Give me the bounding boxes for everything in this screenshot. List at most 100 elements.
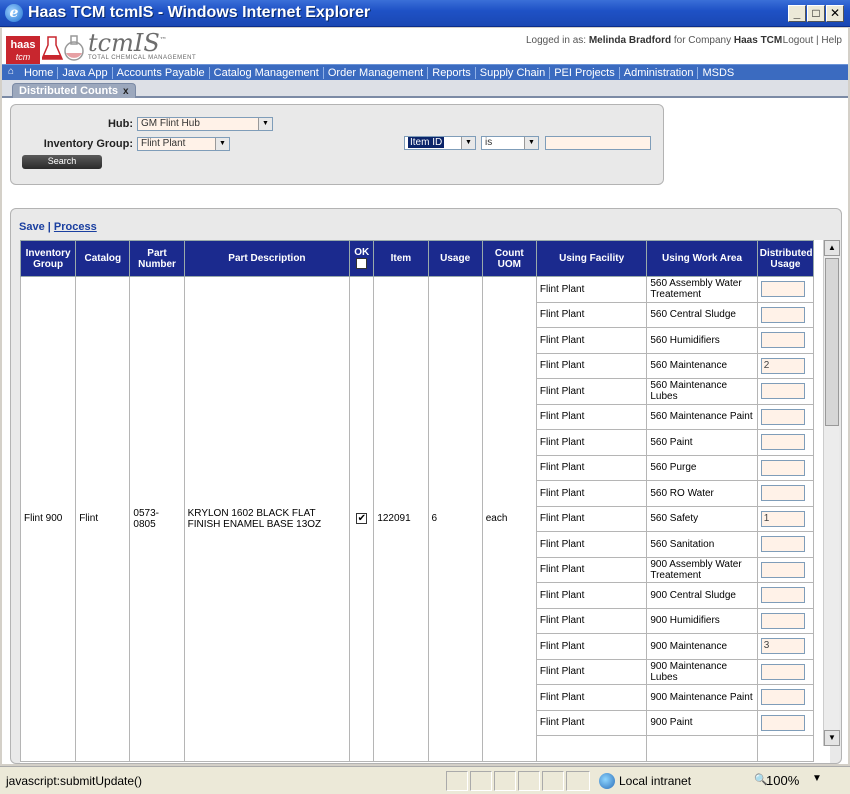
tab-distributed-counts[interactable]: Distributed Counts x [12, 83, 136, 98]
status-cell [470, 771, 492, 791]
cell-using-facility: Flint Plant [535, 505, 648, 532]
col-inventory-group: Inventory Group [20, 240, 77, 277]
search-field-select[interactable]: Item ID ▼ [404, 136, 476, 150]
cell-using-work-area: 900 Assembly Water Treatement [646, 556, 758, 583]
nav-java-app[interactable]: Java App [58, 67, 113, 79]
nav-home[interactable]: Home [20, 67, 59, 79]
chevron-down-icon[interactable]: ▼ [215, 138, 229, 150]
cell-using-facility: Flint Plant [535, 709, 648, 736]
cell-using-facility: Flint Plant [535, 684, 648, 711]
distributed-usage-input[interactable] [760, 434, 805, 451]
status-cell [494, 771, 516, 791]
security-zone: Local intranet [619, 774, 692, 788]
cell-ok: ✔ [349, 276, 375, 762]
cell-using-facility [535, 735, 648, 762]
distributed-usage-input[interactable] [760, 281, 805, 298]
ok-checkbox[interactable]: ✔ [356, 513, 368, 525]
cell-using-facility: Flint Plant [535, 276, 648, 303]
nav-reports[interactable]: Reports [428, 67, 476, 79]
cell-item: 122091 [373, 276, 429, 762]
window-title: Haas TCM tcmIS - Windows Internet Explor… [28, 4, 371, 21]
help-link[interactable]: Help [821, 35, 842, 46]
cell-using-facility: Flint Plant [535, 582, 648, 609]
logout-link[interactable]: Logout [783, 35, 814, 46]
cell-using-work-area: 900 Central Sludge [646, 582, 758, 609]
cell-using-facility: Flint Plant [535, 531, 648, 558]
cell-distributed-usage: 3 [756, 633, 815, 660]
results-panel: Save | Process Inventory Group Catalog P… [10, 208, 842, 764]
inventory-group-select[interactable]: Flint Plant ▼ [137, 137, 230, 151]
nav-supply-chain[interactable]: Supply Chain [476, 67, 551, 79]
distributed-usage-input[interactable]: 3 [760, 638, 805, 655]
distributed-usage-input[interactable] [760, 383, 805, 400]
maximize-button[interactable]: □ [807, 5, 825, 22]
distributed-usage-input[interactable] [760, 332, 805, 349]
scroll-thumb[interactable] [825, 258, 839, 426]
chevron-down-icon[interactable]: ▼ [258, 118, 272, 130]
nav-pei-projects[interactable]: PEI Projects [550, 67, 620, 79]
cell-using-work-area: 560 Maintenance Paint [646, 403, 758, 430]
nav-accounts-payable[interactable]: Accounts Payable [113, 67, 210, 79]
cell-distributed-usage [756, 301, 815, 328]
scroll-up-icon[interactable]: ▲ [824, 240, 840, 256]
distributed-usage-input[interactable] [760, 714, 805, 731]
distributed-usage-input[interactable] [760, 459, 805, 476]
tab-close-icon[interactable]: x [123, 86, 129, 97]
user-name: Melinda Bradford [588, 35, 672, 46]
cell-using-facility: Flint Plant [535, 403, 648, 430]
cell-part-number: 0573-0805 [129, 276, 185, 762]
cell-distributed-usage: 1 [756, 505, 815, 532]
scroll-down-icon[interactable]: ▼ [824, 730, 840, 746]
zoom-level[interactable]: 100% [766, 773, 799, 788]
col-using-work-area: Using Work Area [646, 240, 758, 277]
distributed-usage-input[interactable]: 1 [760, 510, 805, 527]
hub-select[interactable]: GM Flint Hub ▼ [137, 117, 273, 131]
home-icon[interactable]: ⌂ [8, 67, 18, 77]
search-operator-select[interactable]: is ▼ [481, 136, 539, 150]
distributed-usage-input[interactable] [760, 689, 805, 706]
nav-order-management[interactable]: Order Management [324, 67, 429, 79]
cell-using-work-area: 560 Sanitation [646, 531, 758, 558]
distributed-usage-input[interactable] [760, 408, 805, 425]
cell-distributed-usage: 2 [756, 352, 815, 379]
tab-strip: Distributed Counts x [2, 80, 848, 98]
search-button[interactable]: Search [22, 155, 102, 169]
cell-using-work-area: 900 Paint [646, 709, 758, 736]
cell-using-facility: Flint Plant [535, 556, 648, 583]
cell-distributed-usage [756, 327, 815, 354]
search-text-input[interactable] [545, 136, 651, 150]
app-header: haas tcm tcmIS™ TOTAL CHEMICAL MANAGEMEN… [2, 28, 848, 64]
cell-distributed-usage [756, 429, 815, 456]
nav-catalog-management[interactable]: Catalog Management [210, 67, 324, 79]
distributed-usage-input[interactable] [760, 306, 805, 323]
cell-distributed-usage [756, 403, 815, 430]
chevron-down-icon[interactable]: ▼ [461, 137, 475, 149]
minimize-button[interactable]: _ [788, 5, 806, 22]
distributed-usage-input[interactable] [760, 536, 805, 553]
results-scrollbar[interactable]: ▲ ▼ [823, 240, 840, 746]
nav-administration[interactable]: Administration [620, 67, 699, 79]
chevron-down-icon[interactable]: ▼ [524, 137, 538, 149]
cell-using-work-area: 560 Central Sludge [646, 301, 758, 328]
status-cell [542, 771, 564, 791]
flask-logo-icon [42, 35, 84, 61]
cell-using-facility: Flint Plant [535, 378, 648, 405]
table-row: Flint 900 Flint 0573-0805 KRYLON 1602 BLACK… [20, 276, 815, 762]
results-actions: Save | Process [19, 221, 97, 233]
distributed-usage-input[interactable]: 2 [760, 357, 805, 374]
ok-select-all-checkbox[interactable] [356, 258, 368, 270]
distributed-usage-input[interactable] [760, 587, 805, 604]
nav-msds[interactable]: MSDS [698, 67, 738, 79]
distributed-usage-input[interactable] [760, 612, 805, 629]
distributed-usage-input[interactable] [760, 663, 805, 680]
col-using-facility: Using Facility [535, 240, 648, 277]
process-link[interactable]: Process [54, 221, 97, 233]
close-button[interactable]: ✕ [826, 5, 844, 22]
zoom-chevron-down-icon[interactable]: ▼ [812, 773, 822, 784]
distributed-usage-input[interactable] [760, 561, 805, 578]
col-usage: Usage [427, 240, 483, 277]
window-title-bar: e Haas TCM tcmIS - Windows Internet Expl… [0, 0, 850, 27]
distributed-usage-input[interactable] [760, 485, 805, 502]
save-link[interactable]: Save [19, 221, 45, 233]
inventory-group-label: Inventory Group: [43, 138, 133, 150]
